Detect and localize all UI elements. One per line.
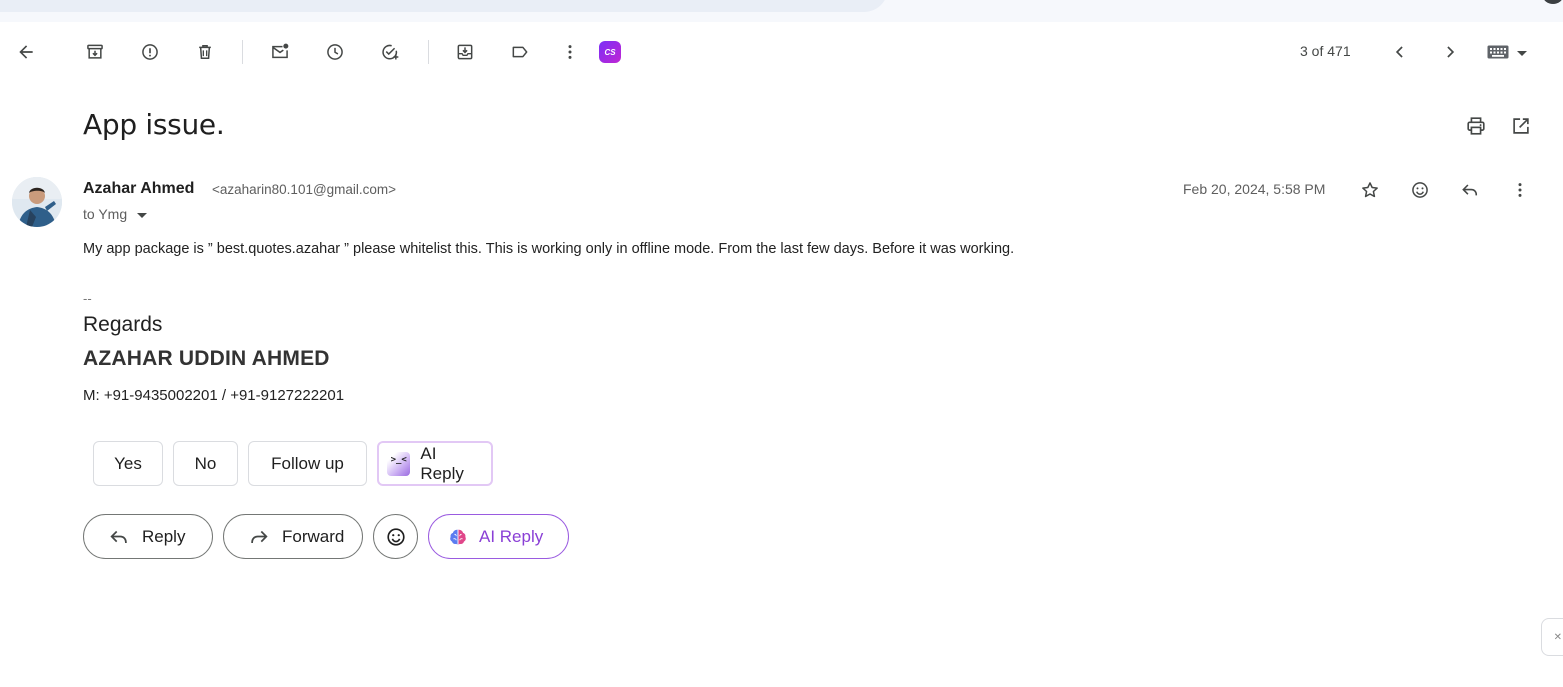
sender-avatar[interactable] [12, 177, 62, 227]
report-spam-icon [142, 44, 158, 60]
snooze-button[interactable] [315, 32, 355, 72]
smart-reply-yes[interactable]: Yes [93, 441, 163, 486]
cs-extension-button[interactable]: CS [590, 32, 630, 72]
older-button[interactable] [1430, 32, 1470, 72]
mark-unread-icon [272, 43, 289, 59]
add-to-tasks-icon [382, 44, 399, 60]
print-all-button[interactable] [1460, 110, 1492, 142]
more-options-button[interactable] [550, 32, 590, 72]
snooze-icon [327, 44, 343, 60]
star-icon [1362, 182, 1378, 198]
mark-unread-button[interactable] [260, 32, 300, 72]
side-panel-toggle[interactable]: ✕ [1541, 618, 1563, 656]
chevron-left-icon [1395, 46, 1403, 58]
forward-label: Forward [282, 526, 345, 546]
email-subject: App issue. [83, 108, 225, 141]
move-to-button[interactable] [445, 32, 485, 72]
label-button[interactable] [500, 32, 540, 72]
account-avatar-edge[interactable] [1543, 0, 1563, 4]
sender-name[interactable]: Azahar Ahmed [83, 180, 194, 198]
back-button[interactable] [6, 32, 46, 72]
archive-icon [87, 44, 103, 59]
more-vert-icon [568, 45, 572, 59]
sender-email: <azaharin80.101@gmail.com> [212, 182, 397, 197]
emoji-icon [1412, 182, 1428, 198]
forward-icon [251, 530, 268, 543]
cs-extension-icon: CS [599, 41, 621, 63]
newer-button[interactable] [1380, 32, 1420, 72]
email-body: My app package is ” best.quotes.azahar ”… [83, 241, 1015, 257]
archive-button[interactable] [75, 32, 115, 72]
recipient-text: to Ymg [83, 206, 128, 222]
emoji-reaction-button[interactable] [373, 514, 418, 559]
signature-phone: M: +91-9435002201 / +91-9127222201 [83, 387, 345, 404]
smart-reply-ai-label: AI Reply [420, 443, 464, 483]
email-date: Feb 20, 2024, 5:58 PM [1183, 181, 1326, 197]
toolbar-divider [242, 40, 243, 64]
back-arrow-icon [19, 45, 33, 59]
open-in-new-window-button[interactable] [1505, 110, 1537, 142]
message-toolbar: CS 3 of 471 [0, 30, 1563, 74]
more-vert-icon [1518, 183, 1522, 197]
chevron-down-icon [1517, 50, 1527, 56]
move-to-icon [457, 44, 473, 60]
signature-separator: -- [83, 291, 92, 306]
ai-reply-button[interactable]: AI Reply [428, 514, 569, 559]
chevron-down-icon [137, 212, 148, 218]
person-photo-icon [12, 177, 62, 227]
report-spam-button[interactable] [130, 32, 170, 72]
message-more-button[interactable] [1502, 172, 1538, 208]
smart-reply-ai[interactable]: >_< AI Reply [377, 441, 493, 486]
add-reaction-button[interactable] [1402, 172, 1438, 208]
add-to-tasks-button[interactable] [370, 32, 410, 72]
input-tools-button[interactable] [1482, 38, 1532, 66]
reply-icon [110, 530, 127, 543]
signature-regards: Regards [83, 313, 163, 336]
toolbar-divider [428, 40, 429, 64]
search-bar-edge[interactable] [0, 0, 888, 12]
reply-icon-button[interactable] [1452, 172, 1488, 208]
pager-count: 3 of 471 [1300, 43, 1351, 59]
ai-face-icon: >_< [387, 451, 411, 476]
signature-name: AZAHAR UDDIN AHMED [83, 347, 330, 370]
chevron-right-icon [1447, 46, 1455, 58]
emoji-icon [386, 527, 405, 546]
ai-reply-label: AI Reply [479, 526, 544, 546]
forward-button[interactable]: Forward [223, 514, 363, 559]
top-strip [0, 0, 1563, 22]
open-in-new-icon [1513, 118, 1529, 134]
print-icon [1467, 117, 1485, 135]
reply-label: Reply [142, 526, 186, 546]
label-icon [512, 46, 528, 58]
brain-icon [450, 529, 466, 545]
smart-reply-no[interactable]: No [173, 441, 238, 486]
close-icon: ✕ [1553, 631, 1562, 643]
delete-icon [199, 45, 211, 59]
reply-button[interactable]: Reply [83, 514, 213, 559]
keyboard-icon [1487, 45, 1509, 59]
recipient-details-toggle[interactable]: to Ymg [83, 206, 148, 222]
star-button[interactable] [1352, 172, 1388, 208]
reply-icon [1462, 184, 1478, 196]
delete-button[interactable] [185, 32, 225, 72]
smart-reply-follow-up[interactable]: Follow up [248, 441, 367, 486]
